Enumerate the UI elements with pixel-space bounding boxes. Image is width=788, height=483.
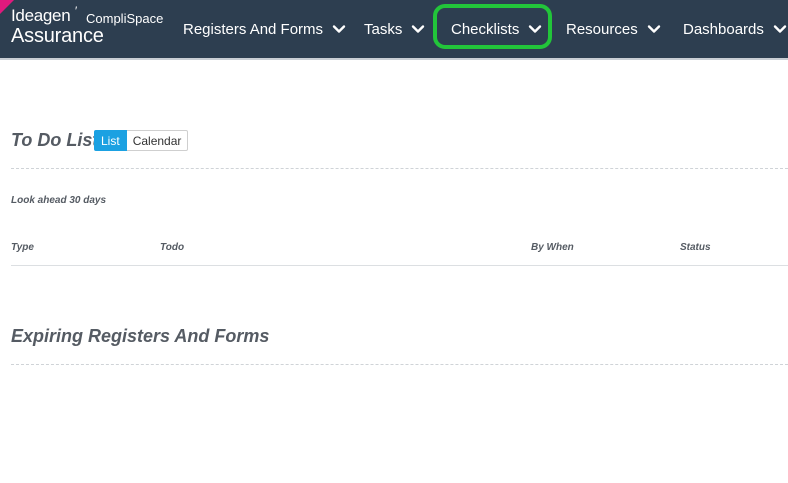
expiring-registers-title: Expiring Registers And Forms bbox=[11, 326, 270, 346]
column-header-todo[interactable]: Todo bbox=[160, 242, 184, 253]
table-header-divider bbox=[11, 265, 788, 266]
chevron-down-icon bbox=[773, 25, 787, 33]
chevron-down-icon bbox=[332, 25, 346, 33]
logo-brand: Ideagen bbox=[11, 6, 71, 25]
nav-dashboards[interactable]: Dashboards bbox=[683, 0, 788, 58]
nav-label: Tasks bbox=[364, 20, 403, 38]
logo-product: CompliSpace bbox=[86, 11, 164, 26]
chevron-down-icon bbox=[647, 25, 660, 33]
view-toggle: List Calendar bbox=[94, 130, 189, 151]
top-navigation-bar: Ideagen ′ CompliSpace Assurance Register… bbox=[0, 0, 788, 60]
column-header-status[interactable]: Status bbox=[680, 242, 711, 253]
lookahead-label: Look ahead 30 days bbox=[11, 195, 107, 206]
list-view-button[interactable]: List bbox=[94, 130, 127, 151]
nav-resources[interactable]: Resources bbox=[566, 0, 662, 58]
nav-label: Dashboards bbox=[683, 20, 764, 38]
column-header-type[interactable]: Type bbox=[11, 242, 34, 253]
logo-subtitle: Assurance bbox=[11, 25, 104, 47]
calendar-view-button[interactable]: Calendar bbox=[126, 130, 189, 151]
chevron-down-icon bbox=[412, 25, 425, 33]
nav-registers-and-forms[interactable]: Registers And Forms bbox=[183, 0, 347, 58]
divider bbox=[11, 168, 788, 169]
nav-tasks[interactable]: Tasks bbox=[364, 0, 426, 58]
nav-label: Registers And Forms bbox=[183, 20, 324, 38]
nav-label: Resources bbox=[566, 20, 638, 38]
logo-mark-icon: ′ bbox=[75, 4, 78, 18]
divider bbox=[11, 364, 788, 365]
todo-list-title: To Do List bbox=[11, 130, 99, 150]
column-header-by-when[interactable]: By When bbox=[531, 242, 574, 253]
checklists-highlight-outline bbox=[433, 4, 552, 49]
